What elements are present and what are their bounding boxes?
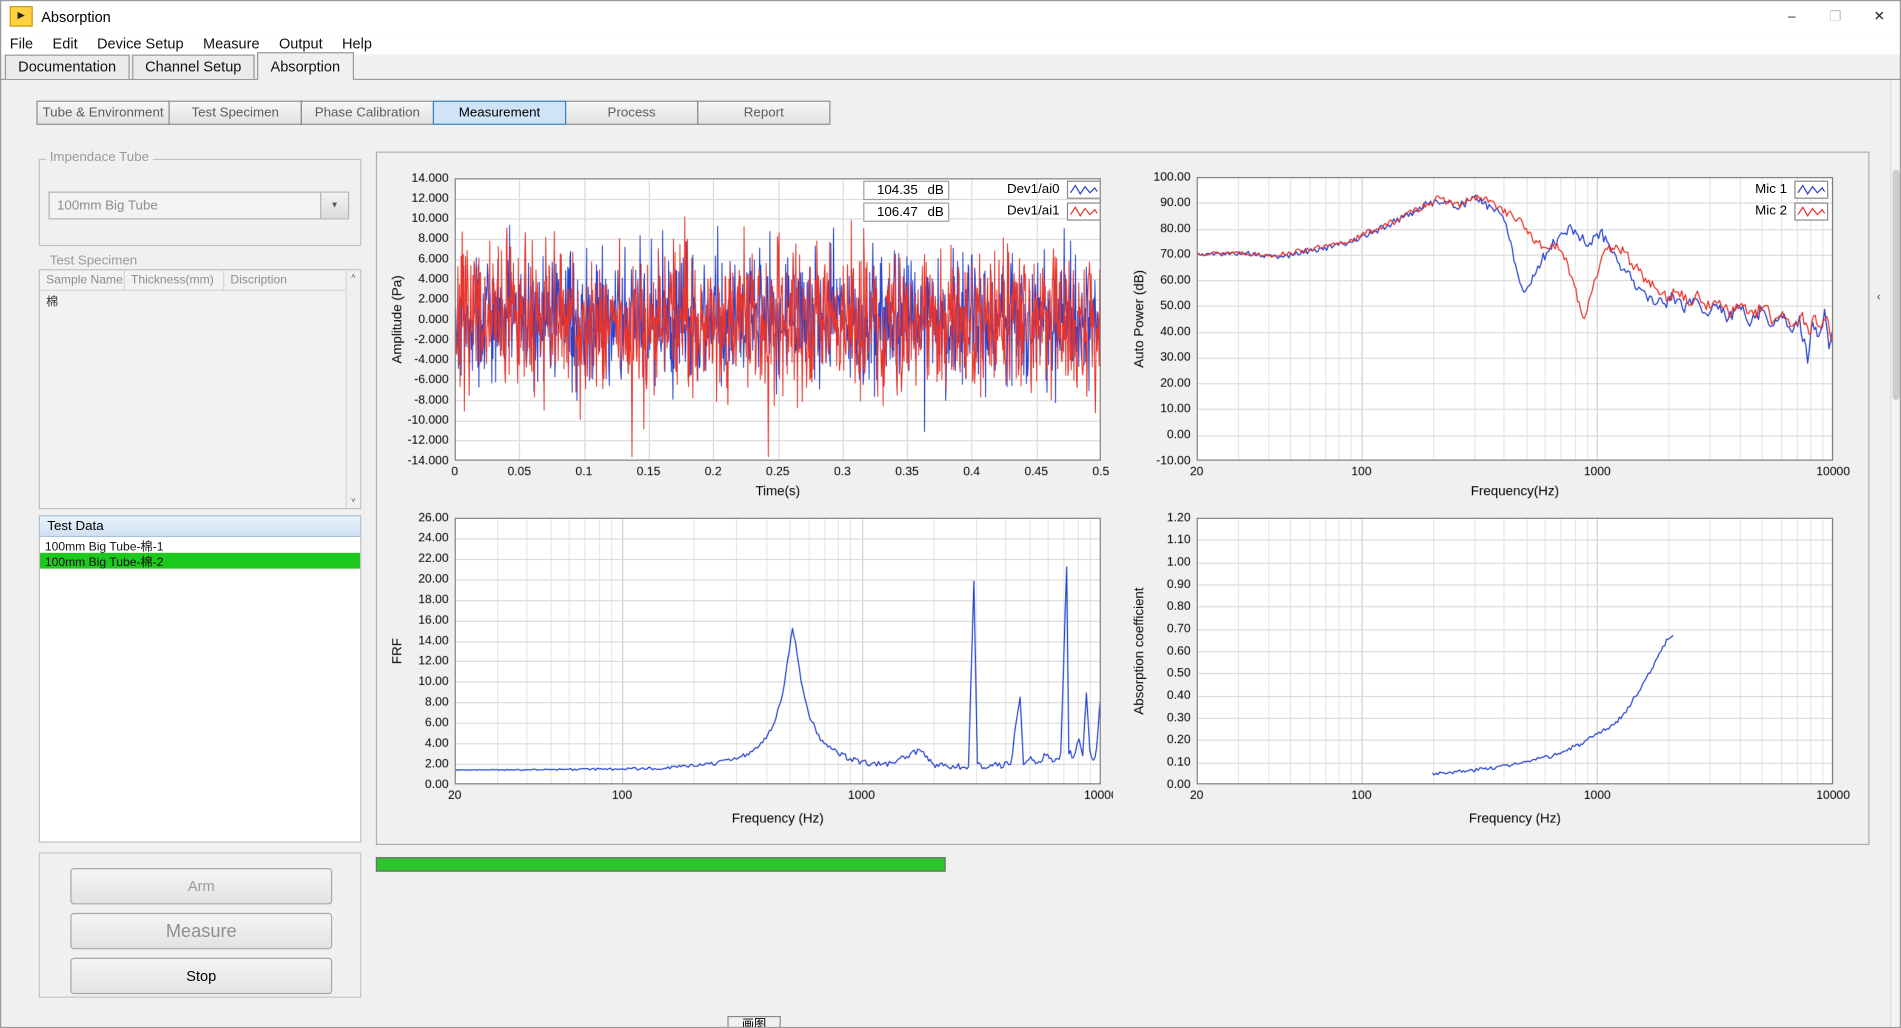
waveform-glyph bbox=[1797, 182, 1826, 195]
measure-button[interactable]: Measure bbox=[70, 913, 332, 949]
title-bar: ▶ Absorption – ❐ ✕ bbox=[0, 0, 1901, 33]
window-controls: – ❐ ✕ bbox=[1770, 0, 1901, 33]
absorption-coefficient-graph bbox=[1128, 507, 1855, 832]
legend-waveform-icon bbox=[1794, 180, 1828, 198]
cell-sample-name: 棉 bbox=[40, 291, 131, 308]
table-scrollbar[interactable]: ˄ ˅ bbox=[346, 270, 361, 508]
main-tab-bar: Documentation Channel Setup Absorption bbox=[0, 55, 1901, 80]
column-sample-name[interactable]: Sample Name bbox=[40, 270, 125, 289]
legend-label: Mic 2 bbox=[1755, 204, 1787, 219]
legend-label: Mic 1 bbox=[1755, 182, 1787, 197]
menu-item-device-setup[interactable]: Device Setup bbox=[87, 34, 193, 53]
tab-absorption[interactable]: Absorption bbox=[257, 52, 353, 80]
impedance-tube-selected: 100mm Big Tube bbox=[50, 193, 320, 218]
legend-item[interactable]: Dev1/ai1 bbox=[1001, 200, 1100, 222]
legend-waveform-icon bbox=[1067, 202, 1101, 220]
measurement-progress-bar bbox=[376, 857, 946, 872]
menu-item-help[interactable]: Help bbox=[332, 34, 381, 53]
subtab-tube-environment[interactable]: Tube & Environment bbox=[36, 101, 169, 125]
impedance-tube-label: Impendace Tube bbox=[46, 150, 153, 165]
legend-waveform-icon bbox=[1794, 202, 1828, 220]
minimize-button[interactable]: – bbox=[1770, 0, 1814, 33]
legend-item[interactable]: Mic 1 bbox=[1736, 178, 1828, 200]
app-icon: ▶ bbox=[10, 6, 33, 27]
list-item[interactable]: 100mm Big Tube-棉-1 bbox=[40, 537, 360, 553]
legend-label: Dev1/ai1 bbox=[1007, 204, 1060, 219]
waveform-glyph bbox=[1069, 204, 1098, 217]
subtab-report[interactable]: Report bbox=[697, 101, 830, 125]
test-specimen-label: Test Specimen bbox=[46, 253, 141, 268]
subtab-test-specimen[interactable]: Test Specimen bbox=[169, 101, 302, 125]
subtab-process[interactable]: Process bbox=[565, 101, 698, 125]
time-waveform-legend: Dev1/ai0 Dev1/ai1 bbox=[1001, 178, 1100, 222]
menu-item-file[interactable]: File bbox=[0, 34, 43, 53]
menu-item-edit[interactable]: Edit bbox=[43, 34, 87, 53]
tab-channel-setup[interactable]: Channel Setup bbox=[132, 55, 255, 79]
window-title: Absorption bbox=[41, 8, 111, 25]
waveform-glyph bbox=[1797, 204, 1826, 217]
column-discription[interactable]: Discription bbox=[224, 270, 360, 289]
waveform-glyph bbox=[1069, 182, 1098, 195]
table-row[interactable]: 棉 bbox=[40, 291, 360, 308]
column-thickness[interactable]: Thickness(mm) bbox=[125, 270, 224, 289]
level-unit-ai1: dB bbox=[927, 205, 943, 220]
stop-button[interactable]: Stop bbox=[70, 958, 332, 994]
level-unit-ai0: dB bbox=[927, 183, 943, 198]
menu-item-measure[interactable]: Measure bbox=[193, 34, 269, 53]
legend-waveform-icon bbox=[1067, 180, 1101, 198]
arm-button[interactable]: Arm bbox=[70, 868, 332, 904]
application-window: ▶ Absorption – ❐ ✕ File Edit Device Setu… bbox=[0, 0, 1901, 1028]
vertical-scrollbar[interactable] bbox=[1890, 80, 1901, 1028]
maximize-button[interactable]: ❐ bbox=[1814, 0, 1858, 33]
dropdown-arrow-icon[interactable]: ▼ bbox=[320, 193, 348, 218]
auto-power-legend: Mic 1 Mic 2 bbox=[1736, 178, 1828, 222]
legend-item[interactable]: Mic 2 bbox=[1736, 200, 1828, 222]
scroll-up-icon[interactable]: ˄ bbox=[351, 270, 356, 283]
bottom-plot-tab[interactable]: 画图 bbox=[727, 1016, 780, 1028]
impedance-tube-dropdown[interactable]: 100mm Big Tube ▼ bbox=[48, 192, 349, 220]
test-specimen-header: Sample Name Thickness(mm) Discription bbox=[40, 270, 360, 291]
test-data-header: Test Data bbox=[39, 515, 361, 537]
list-item-selected[interactable]: 100mm Big Tube-棉-2 bbox=[40, 553, 360, 569]
legend-label: Dev1/ai0 bbox=[1007, 182, 1060, 197]
test-data-list: 100mm Big Tube-棉-1 100mm Big Tube-棉-2 bbox=[39, 537, 361, 843]
subtab-measurement[interactable]: Measurement bbox=[433, 101, 566, 125]
subtab-phase-calibration[interactable]: Phase Calibration bbox=[301, 101, 434, 125]
frf-graph bbox=[386, 507, 1113, 832]
tab-documentation[interactable]: Documentation bbox=[5, 55, 130, 79]
collapse-pane-icon[interactable]: ‹ bbox=[1877, 291, 1881, 304]
legend-item[interactable]: Dev1/ai0 bbox=[1001, 178, 1100, 200]
scrollbar-thumb[interactable] bbox=[1893, 170, 1900, 400]
test-specimen-table: Sample Name Thickness(mm) Discription 棉 … bbox=[39, 269, 361, 509]
level-value-ai0: 104.35 bbox=[869, 183, 917, 198]
close-button[interactable]: ✕ bbox=[1857, 0, 1901, 33]
scroll-down-icon[interactable]: ˅ bbox=[351, 495, 356, 508]
level-value-ai1: 106.47 bbox=[869, 205, 917, 220]
sub-tab-bar: Tube & Environment Test Specimen Phase C… bbox=[36, 101, 830, 125]
menu-item-output[interactable]: Output bbox=[269, 34, 332, 53]
level-indicator-ai0: 104.35 dB bbox=[863, 181, 950, 200]
level-indicator-ai1: 106.47 dB bbox=[863, 202, 950, 221]
